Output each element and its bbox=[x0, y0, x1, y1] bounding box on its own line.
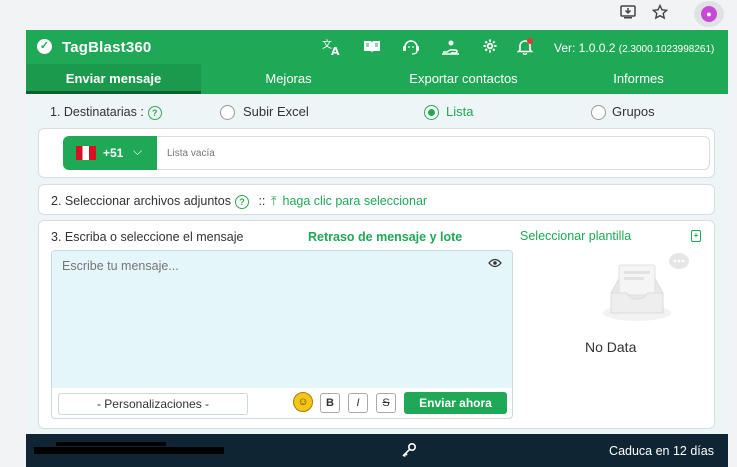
help-icon[interactable]: ? bbox=[147, 105, 162, 120]
attachments-label-wrap: 2. Seleccionar archivos adjuntos? :: bbox=[51, 194, 265, 209]
emoji-icon[interactable]: ☺ bbox=[293, 392, 313, 412]
attachments-card: 2. Seleccionar archivos adjuntos? :: ⤒ ha… bbox=[38, 184, 715, 215]
book-icon[interactable] bbox=[363, 38, 381, 56]
bold-button[interactable]: B bbox=[320, 393, 340, 413]
upload-link[interactable]: ⤒ haga clic para seleccionar bbox=[271, 194, 427, 209]
message-textarea[interactable] bbox=[52, 251, 512, 389]
upload-link-label: haga clic para seleccionar bbox=[282, 194, 428, 208]
strikethrough-button[interactable]: S bbox=[376, 393, 396, 413]
svg-text:A: A bbox=[331, 45, 340, 56]
radio-label-subir-excel[interactable]: Subir Excel bbox=[243, 104, 309, 119]
extension-panel: ✓ TagBlast360 文A Ver: 1.0.0.2 (2.3000.10… bbox=[26, 30, 728, 467]
tab-mejoras[interactable]: Mejoras bbox=[201, 64, 376, 94]
select-template-link[interactable]: Seleccionar plantilla bbox=[520, 229, 631, 243]
radio-lista[interactable] bbox=[424, 105, 439, 120]
radio-grupos[interactable] bbox=[591, 105, 606, 120]
country-code: +51 bbox=[103, 146, 124, 160]
eye-icon[interactable] bbox=[488, 257, 502, 271]
help-icon[interactable]: ? bbox=[234, 194, 249, 209]
star-icon[interactable] bbox=[649, 3, 671, 24]
hand-icon[interactable] bbox=[441, 38, 459, 56]
personalizations-select[interactable]: - Personalizaciones - bbox=[58, 393, 248, 415]
install-app-icon[interactable] bbox=[617, 4, 639, 24]
version-text: Ver: 1.0.0.2 (2.3000.1023998261) bbox=[554, 41, 714, 55]
italic-button[interactable]: I bbox=[348, 393, 368, 413]
gear-icon[interactable] bbox=[481, 38, 499, 56]
message-area bbox=[51, 250, 513, 390]
app-name: TagBlast360 bbox=[62, 39, 152, 56]
translate-icon[interactable]: 文A bbox=[322, 38, 340, 58]
version-build: (2.3000.1023998261) bbox=[618, 44, 715, 55]
status-footer: Caduca en 12 días bbox=[26, 434, 728, 467]
upload-icon: ⤒ bbox=[271, 194, 277, 208]
phone-card: +51 ⌵ bbox=[38, 128, 715, 178]
country-code-selector[interactable]: +51 ⌵ bbox=[63, 136, 157, 170]
recipients-label: 1. Destinatarias : bbox=[50, 105, 144, 119]
chevron-down-icon: ⌵ bbox=[133, 144, 143, 158]
radio-subir-excel[interactable] bbox=[220, 105, 235, 120]
send-now-button[interactable]: Enviar ahora bbox=[404, 392, 507, 414]
key-icon[interactable] bbox=[401, 442, 417, 461]
separator: :: bbox=[258, 194, 266, 208]
expiration-text: Caduca en 12 días bbox=[609, 444, 714, 458]
tab-informes[interactable]: Informes bbox=[551, 64, 726, 94]
delay-batch-link[interactable]: Retraso de mensaje y lote bbox=[308, 230, 462, 244]
support-icon[interactable] bbox=[401, 38, 419, 56]
message-label: 3. Escriba o seleccione el mensaje bbox=[51, 230, 244, 244]
radio-label-lista[interactable]: Lista bbox=[446, 104, 473, 119]
message-toolbar: - Personalizaciones - ☺ B I S Enviar aho… bbox=[51, 388, 513, 419]
phone-list-input[interactable] bbox=[157, 136, 710, 170]
no-data-text: No Data bbox=[585, 339, 637, 355]
empty-inbox-icon bbox=[599, 251, 689, 326]
redacted-text bbox=[56, 442, 166, 446]
tab-enviar-mensaje[interactable]: Enviar mensaje bbox=[26, 64, 201, 94]
redacted-text bbox=[34, 447, 224, 454]
extension-button[interactable]: ● bbox=[694, 1, 724, 27]
version-label: Ver: 1.0.0.2 bbox=[554, 41, 616, 55]
check-logo-icon: ✓ bbox=[37, 39, 52, 54]
attachments-label: 2. Seleccionar archivos adjuntos bbox=[51, 194, 231, 208]
browser-toolbar: ● bbox=[0, 0, 737, 30]
app-header: ✓ TagBlast360 文A Ver: 1.0.0.2 (2.3000.10… bbox=[26, 30, 728, 64]
notification-dot bbox=[527, 38, 533, 44]
message-card: 3. Escriba o seleccione el mensaje Retra… bbox=[38, 220, 715, 429]
tab-exportar-contactos[interactable]: Exportar contactos bbox=[376, 64, 551, 94]
main-tabs: Enviar mensaje Mejoras Exportar contacto… bbox=[26, 64, 728, 94]
recipients-label-wrap: 1. Destinatarias :? bbox=[50, 105, 162, 120]
peru-flag-icon bbox=[76, 146, 96, 160]
template-file-icon[interactable]: + bbox=[691, 230, 701, 242]
recipients-row: 1. Destinatarias :? Subir Excel Lista Gr… bbox=[26, 94, 728, 128]
radio-label-grupos[interactable]: Grupos bbox=[612, 104, 655, 119]
extension-icon: ● bbox=[701, 6, 717, 22]
